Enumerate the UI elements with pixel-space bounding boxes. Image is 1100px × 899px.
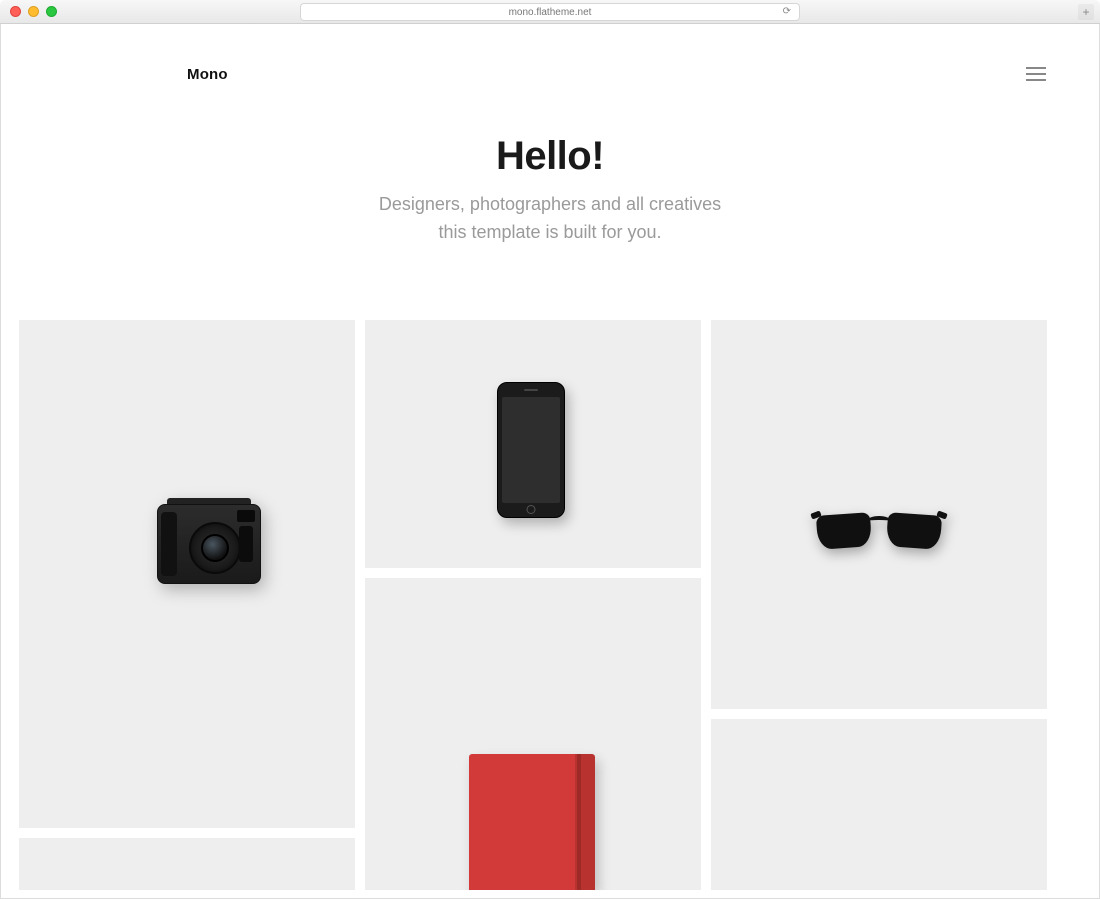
portfolio-tile-empty-right[interactable]	[711, 719, 1047, 890]
new-tab-button[interactable]: +	[1078, 4, 1094, 20]
portfolio-grid	[19, 320, 1081, 898]
portfolio-tile-camera[interactable]	[19, 320, 355, 828]
camera-icon	[157, 504, 261, 584]
portfolio-tile-empty-left[interactable]	[19, 838, 355, 890]
titlebar: mono.flatheme.net ⟳ +	[0, 0, 1100, 24]
viewport: Mono Hello! Designers, photographers and…	[0, 24, 1100, 899]
sunglasses-icon	[815, 510, 943, 552]
portfolio-tile-notebook[interactable]	[365, 578, 701, 890]
hero-title: Hello!	[1, 134, 1099, 179]
hamburger-menu-icon[interactable]	[1026, 67, 1046, 81]
address-bar[interactable]: mono.flatheme.net ⟳	[300, 3, 800, 21]
window-controls	[10, 6, 57, 17]
address-bar-text: mono.flatheme.net	[509, 7, 592, 18]
minimize-window-button[interactable]	[28, 6, 39, 17]
browser-window: mono.flatheme.net ⟳ + Mono Hello! Design…	[0, 0, 1100, 899]
hero-subtitle: Designers, photographers and all creativ…	[1, 191, 1099, 247]
brand-logo[interactable]: Mono	[187, 66, 228, 83]
zoom-window-button[interactable]	[46, 6, 57, 17]
portfolio-tile-sunglasses[interactable]	[711, 320, 1047, 709]
close-window-button[interactable]	[10, 6, 21, 17]
smartphone-icon	[497, 382, 565, 518]
page: Mono Hello! Designers, photographers and…	[1, 24, 1099, 898]
reload-icon[interactable]: ⟳	[783, 6, 791, 17]
hero: Hello! Designers, photographers and all …	[1, 134, 1099, 247]
portfolio-tile-phone[interactable]	[365, 320, 701, 568]
notebook-icon	[469, 754, 595, 890]
site-nav: Mono	[1, 62, 1099, 86]
